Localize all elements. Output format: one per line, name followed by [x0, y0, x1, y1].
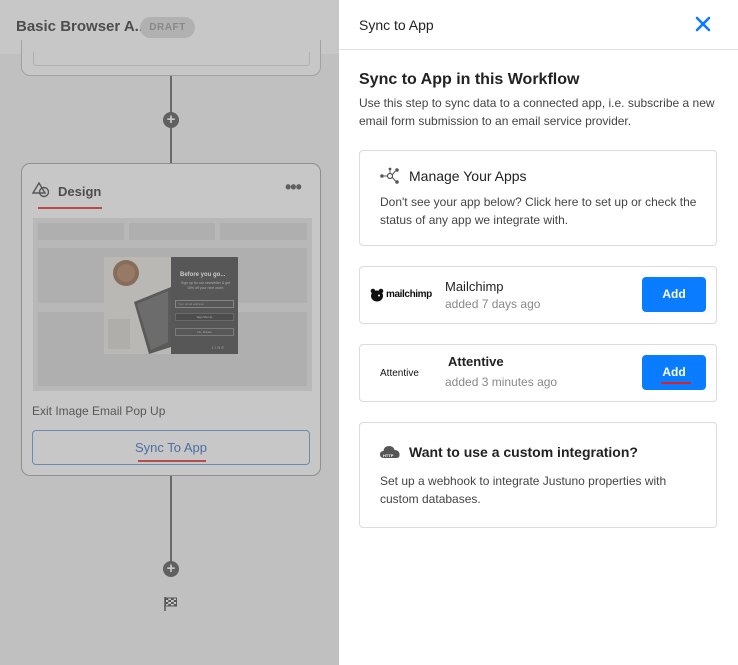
custom-integration-card[interactable]: HTTP Want to use a custom integration? S…	[359, 422, 717, 528]
app-row-mailchimp: mailchimp Mailchimp added 7 days ago Add	[359, 266, 717, 324]
section-heading: Sync to App in this Workflow	[359, 71, 580, 88]
mailchimp-logo: mailchimp	[386, 289, 432, 300]
mailchimp-logo-icon	[370, 288, 384, 302]
annotation-underline	[661, 382, 691, 384]
http-label: HTTP	[383, 453, 394, 458]
workflow-canvas: Basic Browser A... DRAFT + Design ••• Be…	[0, 0, 339, 665]
manage-apps-card[interactable]: Manage Your Apps Don't see your app belo…	[359, 150, 717, 246]
cloud-icon	[380, 446, 400, 458]
add-attentive-button[interactable]: Add	[642, 355, 706, 390]
manage-apps-title: Manage Your Apps	[409, 168, 527, 184]
panel-title: Sync to App	[359, 17, 434, 33]
app-name: Attentive	[448, 354, 504, 369]
app-added-time: added 7 days ago	[445, 297, 541, 311]
sync-to-app-panel: Sync to App Sync to App in this Workflow…	[339, 0, 738, 665]
add-mailchimp-button[interactable]: Add	[642, 277, 706, 312]
manage-apps-description[interactable]: Don't see your app below? Click here to …	[380, 193, 705, 229]
custom-integration-description[interactable]: Set up a webhook to integrate Justuno pr…	[380, 472, 705, 508]
app-name: Mailchimp	[445, 279, 504, 294]
close-icon[interactable]	[694, 15, 712, 33]
app-row-attentive: Attentive Attentive added 3 minutes ago …	[359, 344, 717, 402]
custom-integration-title: Want to use a custom integration?	[409, 444, 638, 460]
network-icon	[380, 167, 399, 184]
section-description: Use this step to sync data to a connecte…	[359, 96, 715, 128]
panel-header: Sync to App	[339, 0, 738, 50]
modal-backdrop[interactable]	[0, 0, 339, 665]
attentive-logo: Attentive	[380, 368, 419, 379]
app-added-time: added 3 minutes ago	[445, 375, 558, 389]
